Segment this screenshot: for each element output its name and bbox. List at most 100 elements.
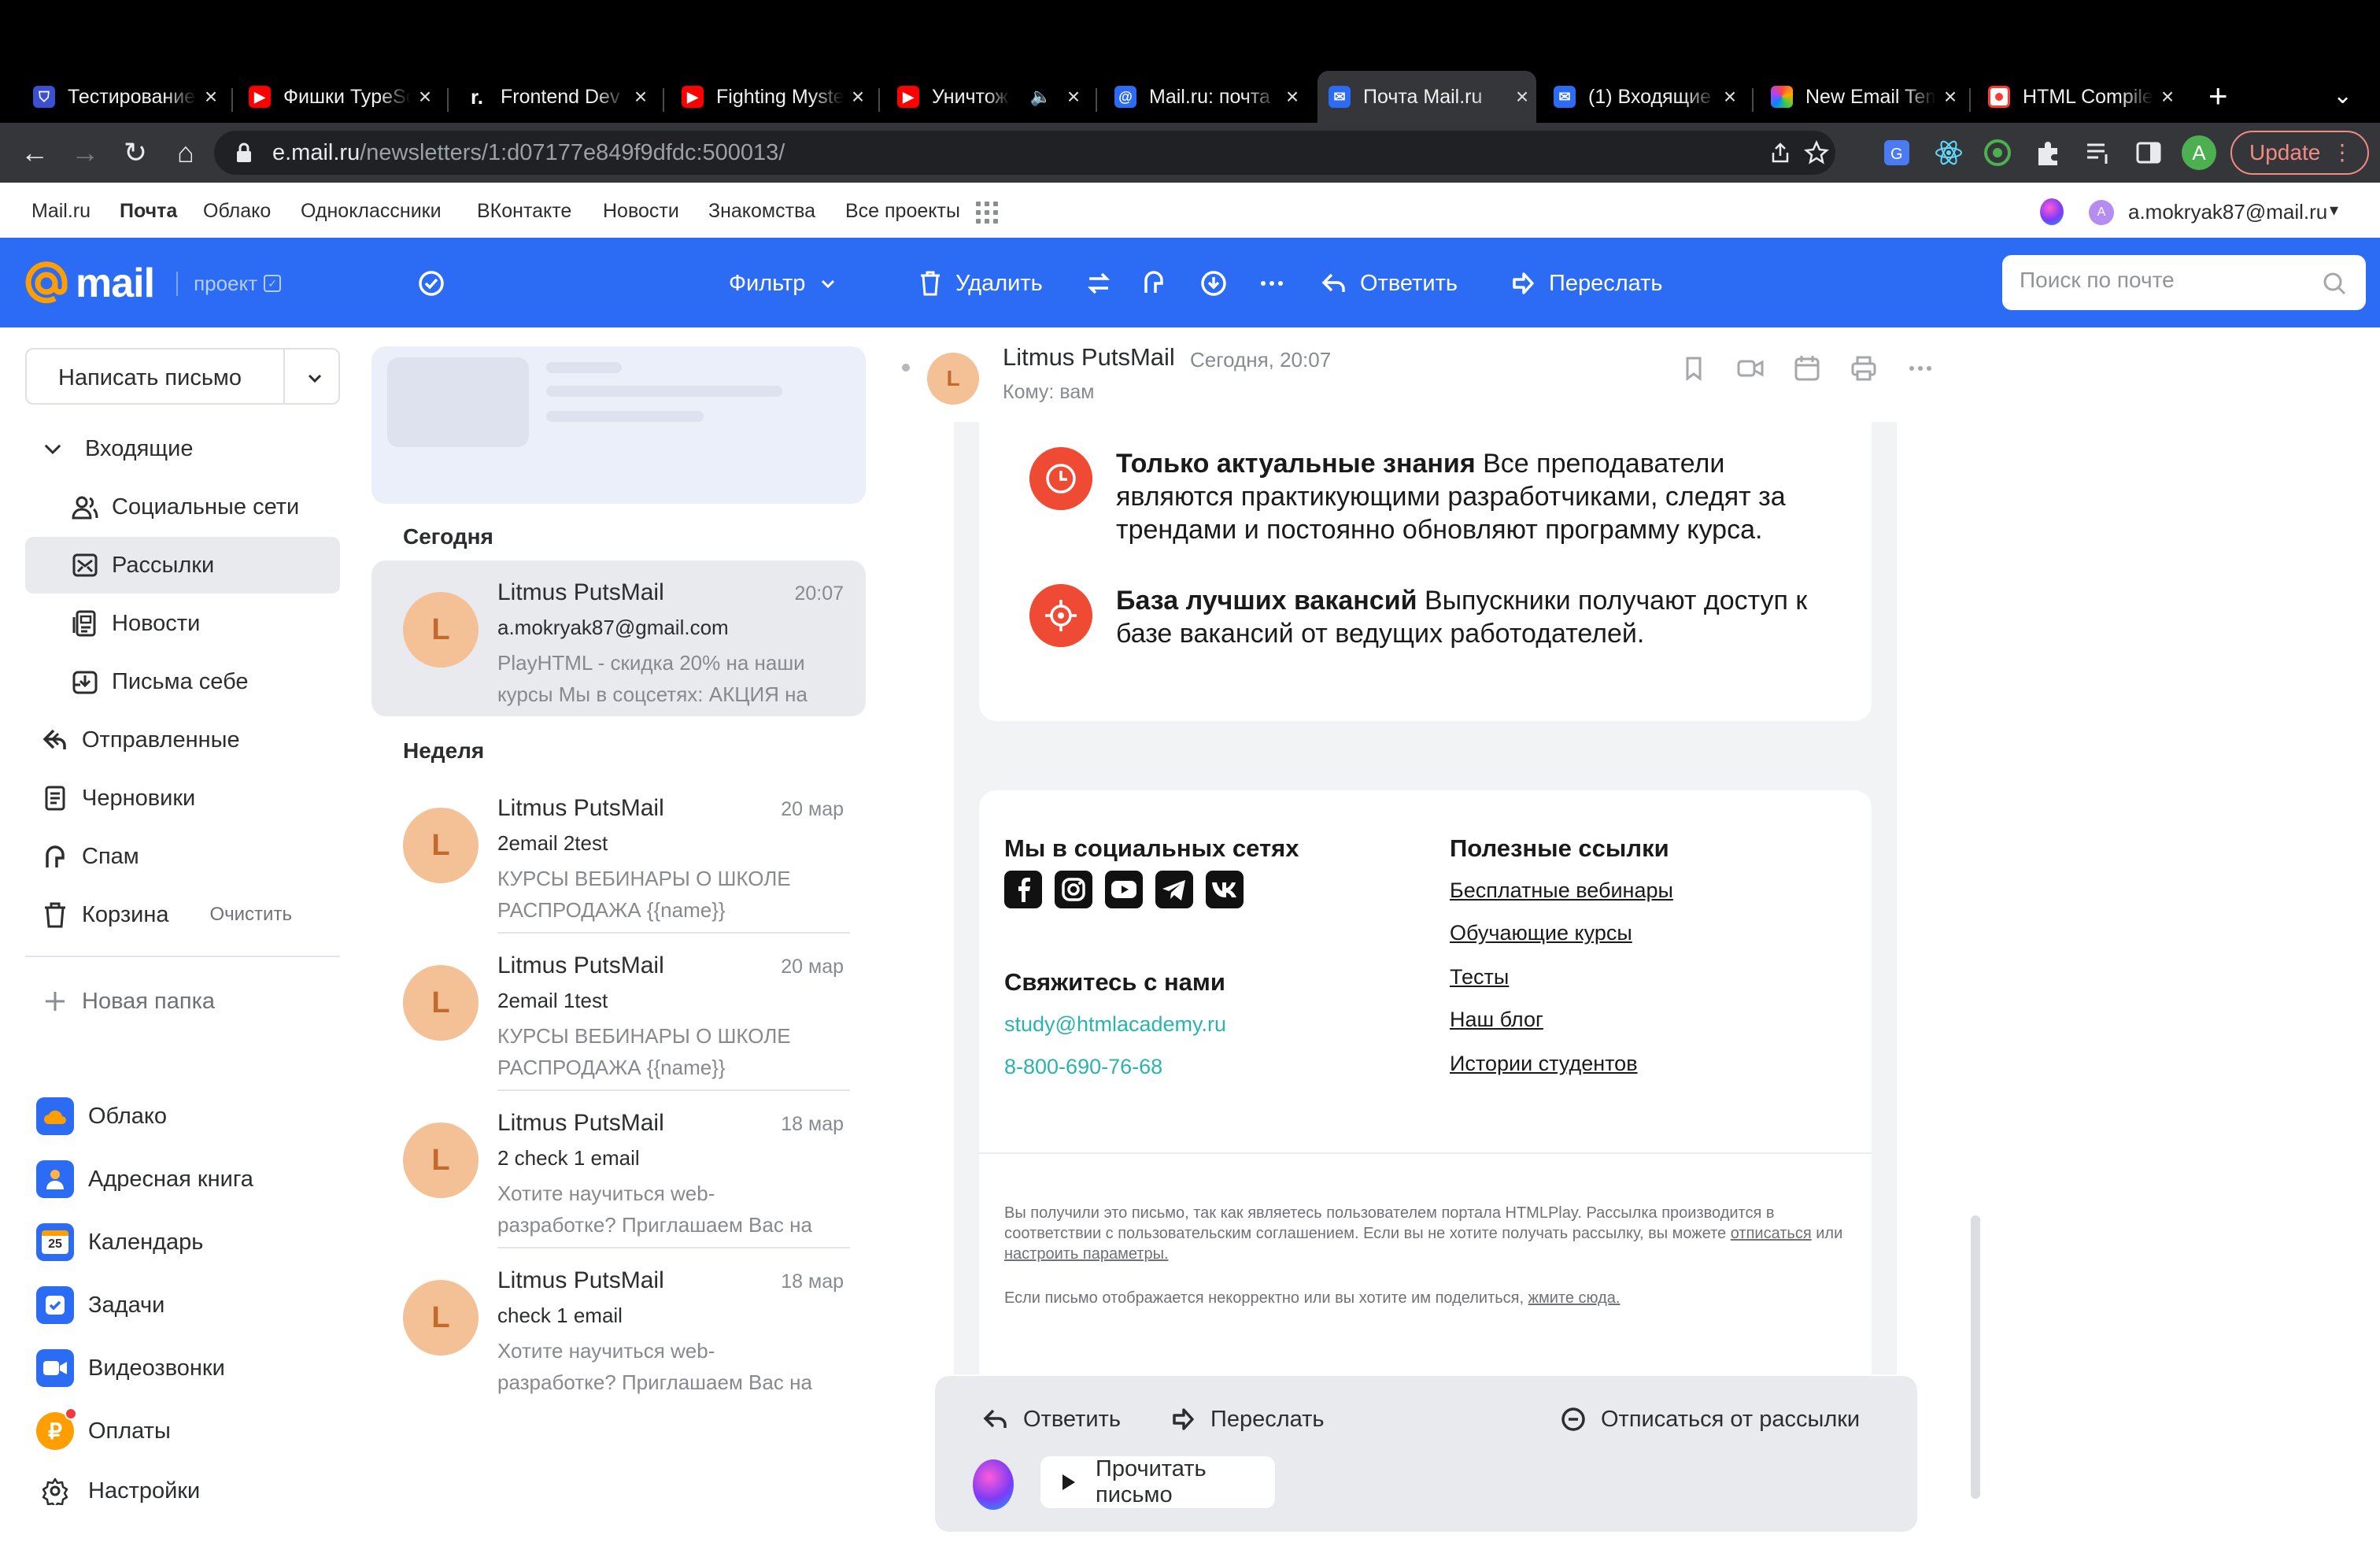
chevron-down-icon[interactable]: ▾ <box>2330 200 2338 220</box>
assistant-orb-icon[interactable] <box>973 1459 1014 1510</box>
react-devtools-icon[interactable] <box>1933 137 1964 168</box>
close-icon[interactable]: × <box>1936 84 1964 109</box>
back-icon[interactable]: ← <box>17 135 52 170</box>
select-all-icon[interactable] <box>416 268 447 299</box>
extensions-puzzle-icon[interactable] <box>2032 137 2064 168</box>
portal-link-news[interactable]: Новости <box>603 200 679 223</box>
user-email[interactable]: a.mokryak87@mail.ru <box>2128 200 2327 224</box>
folder-sent[interactable]: Отправленные <box>25 712 340 768</box>
message-row[interactable]: L Litmus PutsMail 18 мар check 1 email Х… <box>371 1248 866 1406</box>
video-call-icon[interactable] <box>1735 353 1766 384</box>
portal-link-mailru[interactable]: Mail.ru <box>31 200 91 223</box>
more-icon[interactable] <box>1905 353 1936 384</box>
new-folder-button[interactable]: Новая папка <box>25 973 340 1030</box>
chevron-down-icon[interactable] <box>305 368 324 387</box>
search-icon[interactable] <box>2322 271 2347 296</box>
browser-tab[interactable]: r. Frontend Dev × <box>455 74 655 120</box>
translate-icon[interactable]: G <box>1881 137 1913 168</box>
portal-link-all-projects[interactable]: Все проекты <box>845 200 960 223</box>
useful-link[interactable]: Тесты <box>1450 965 1509 989</box>
browser-tab[interactable]: New Email Template × <box>1760 74 1964 120</box>
folder-newsletters[interactable]: Рассылки <box>25 537 340 594</box>
service-video[interactable]: Видеозвонки <box>36 1344 225 1392</box>
portal-link-mail[interactable]: Почта <box>120 200 177 223</box>
folder-to-myself[interactable]: Письма себе <box>25 653 340 710</box>
folder-spam[interactable]: Спам <box>25 828 340 885</box>
browser-tab[interactable]: ▶ Фишки TypeScript × <box>238 74 439 120</box>
view-online-link[interactable]: жмите сюда. <box>1528 1289 1621 1307</box>
move-folder-icon[interactable] <box>1083 268 1114 299</box>
read-aloud-button[interactable]: Прочитать письмо <box>1040 1456 1275 1508</box>
portal-link-dating[interactable]: Знакомства <box>708 200 815 223</box>
user-avatar[interactable]: A <box>2089 200 2114 225</box>
bookmark-star-icon[interactable] <box>1804 140 1829 165</box>
forward-icon[interactable]: → <box>68 135 102 170</box>
portal-link-ok[interactable]: Одноклассники <box>301 200 442 223</box>
useful-link[interactable]: Наш блог <box>1450 1008 1543 1032</box>
home-icon[interactable]: ⌂ <box>168 135 203 170</box>
forward-button[interactable]: Переслать <box>1170 1400 1325 1439</box>
folder-inbox[interactable]: Входящие <box>25 420 340 477</box>
close-icon[interactable]: × <box>844 84 872 109</box>
instagram-icon[interactable] <box>1055 871 1092 908</box>
search-input[interactable] <box>2020 268 2311 293</box>
message-row[interactable]: L Litmus PutsMail 20 мар 2email 2test КУ… <box>371 776 866 934</box>
more-icon[interactable] <box>1256 268 1288 299</box>
browser-tab[interactable]: ✉ (1) Входящие × <box>1543 74 1744 120</box>
close-icon[interactable]: × <box>626 84 655 109</box>
share-icon[interactable] <box>1769 142 1791 164</box>
folder-news[interactable]: Новости <box>25 595 340 652</box>
tab-search-chevron-icon[interactable]: ⌄ <box>2333 82 2352 109</box>
folder-trash[interactable]: Корзина Очистить <box>25 886 340 943</box>
filter-button[interactable]: Фильтр <box>729 266 837 301</box>
new-tab-button[interactable]: + <box>2208 77 2228 115</box>
assistant-orb-icon[interactable] <box>2040 198 2064 225</box>
service-contacts[interactable]: Адресная книга <box>36 1156 253 1203</box>
facebook-icon[interactable] <box>1004 871 1042 908</box>
message-row[interactable]: L Litmus PutsMail 20:07 a.mokryak87@gmai… <box>371 560 866 716</box>
close-icon[interactable]: × <box>1716 84 1744 109</box>
folder-social[interactable]: Социальные сети <box>25 479 340 535</box>
reply-button[interactable]: Ответить <box>982 1400 1121 1439</box>
youtube-icon[interactable] <box>1105 871 1143 908</box>
unsubscribe-button[interactable]: Отписаться от рассылки <box>1560 1400 1860 1439</box>
unsubscribe-link[interactable]: отписаться <box>1731 1225 1812 1242</box>
message-row[interactable]: L Litmus PutsMail 18 мар 2 check 1 email… <box>371 1091 866 1248</box>
close-icon[interactable]: × <box>1059 84 1088 109</box>
empty-trash-link[interactable]: Очистить <box>209 904 291 926</box>
service-payments[interactable]: ₽ Оплаты <box>36 1407 171 1455</box>
close-icon[interactable]: × <box>411 84 439 109</box>
service-settings[interactable]: Настройки <box>36 1467 200 1515</box>
useful-link[interactable]: Обучающие курсы <box>1450 921 1632 945</box>
service-calendar[interactable]: 25 Календарь <box>36 1219 203 1266</box>
contact-phone-link[interactable]: 8-800-690-76-68 <box>1004 1055 1162 1079</box>
reload-icon[interactable]: ↻ <box>118 135 153 170</box>
browser-tab[interactable]: HTML Compiler × <box>1977 74 2182 120</box>
bookmark-icon[interactable] <box>1678 353 1709 384</box>
apps-grid-icon[interactable] <box>976 202 998 224</box>
print-icon[interactable] <box>1848 353 1879 384</box>
browser-tab[interactable]: @ Mail.ru: почта × <box>1103 74 1306 120</box>
update-button[interactable]: Update ⋮ <box>2230 131 2369 175</box>
settings-link[interactable]: настроить параметры. <box>1004 1245 1169 1263</box>
close-icon[interactable]: × <box>197 84 225 109</box>
scrollbar[interactable] <box>1971 1215 1980 1499</box>
calendar-icon[interactable] <box>1791 353 1823 384</box>
service-tasks[interactable]: Задачи <box>36 1282 164 1329</box>
address-bar[interactable]: e.mail.ru/newsletters/1:d07177e849f9dfdc… <box>214 131 1835 175</box>
contact-email-link[interactable]: study@htmlacademy.ru <box>1004 1012 1226 1037</box>
unread-dot[interactable] <box>902 364 910 372</box>
reply-button[interactable]: Ответить <box>1321 266 1458 301</box>
telegram-icon[interactable] <box>1155 871 1193 908</box>
message-row[interactable]: L Litmus PutsMail 20 мар 2email 1test КУ… <box>371 934 866 1091</box>
close-icon[interactable]: × <box>1278 84 1306 109</box>
browser-tab[interactable]: ▶ Уничтожение 🔈 × <box>886 74 1088 120</box>
archive-icon[interactable] <box>1198 268 1229 299</box>
extension-circle-icon[interactable] <box>1982 137 2013 168</box>
speaker-icon[interactable]: 🔈 <box>1030 87 1051 107</box>
search-box[interactable] <box>2002 255 2366 310</box>
folder-drafts[interactable]: Черновики <box>25 770 340 827</box>
delete-button[interactable]: Удалить <box>918 266 1043 301</box>
browser-tab[interactable]: ⛉ Тестирование × <box>22 74 225 120</box>
portal-link-vk[interactable]: ВКонтакте <box>477 200 571 223</box>
